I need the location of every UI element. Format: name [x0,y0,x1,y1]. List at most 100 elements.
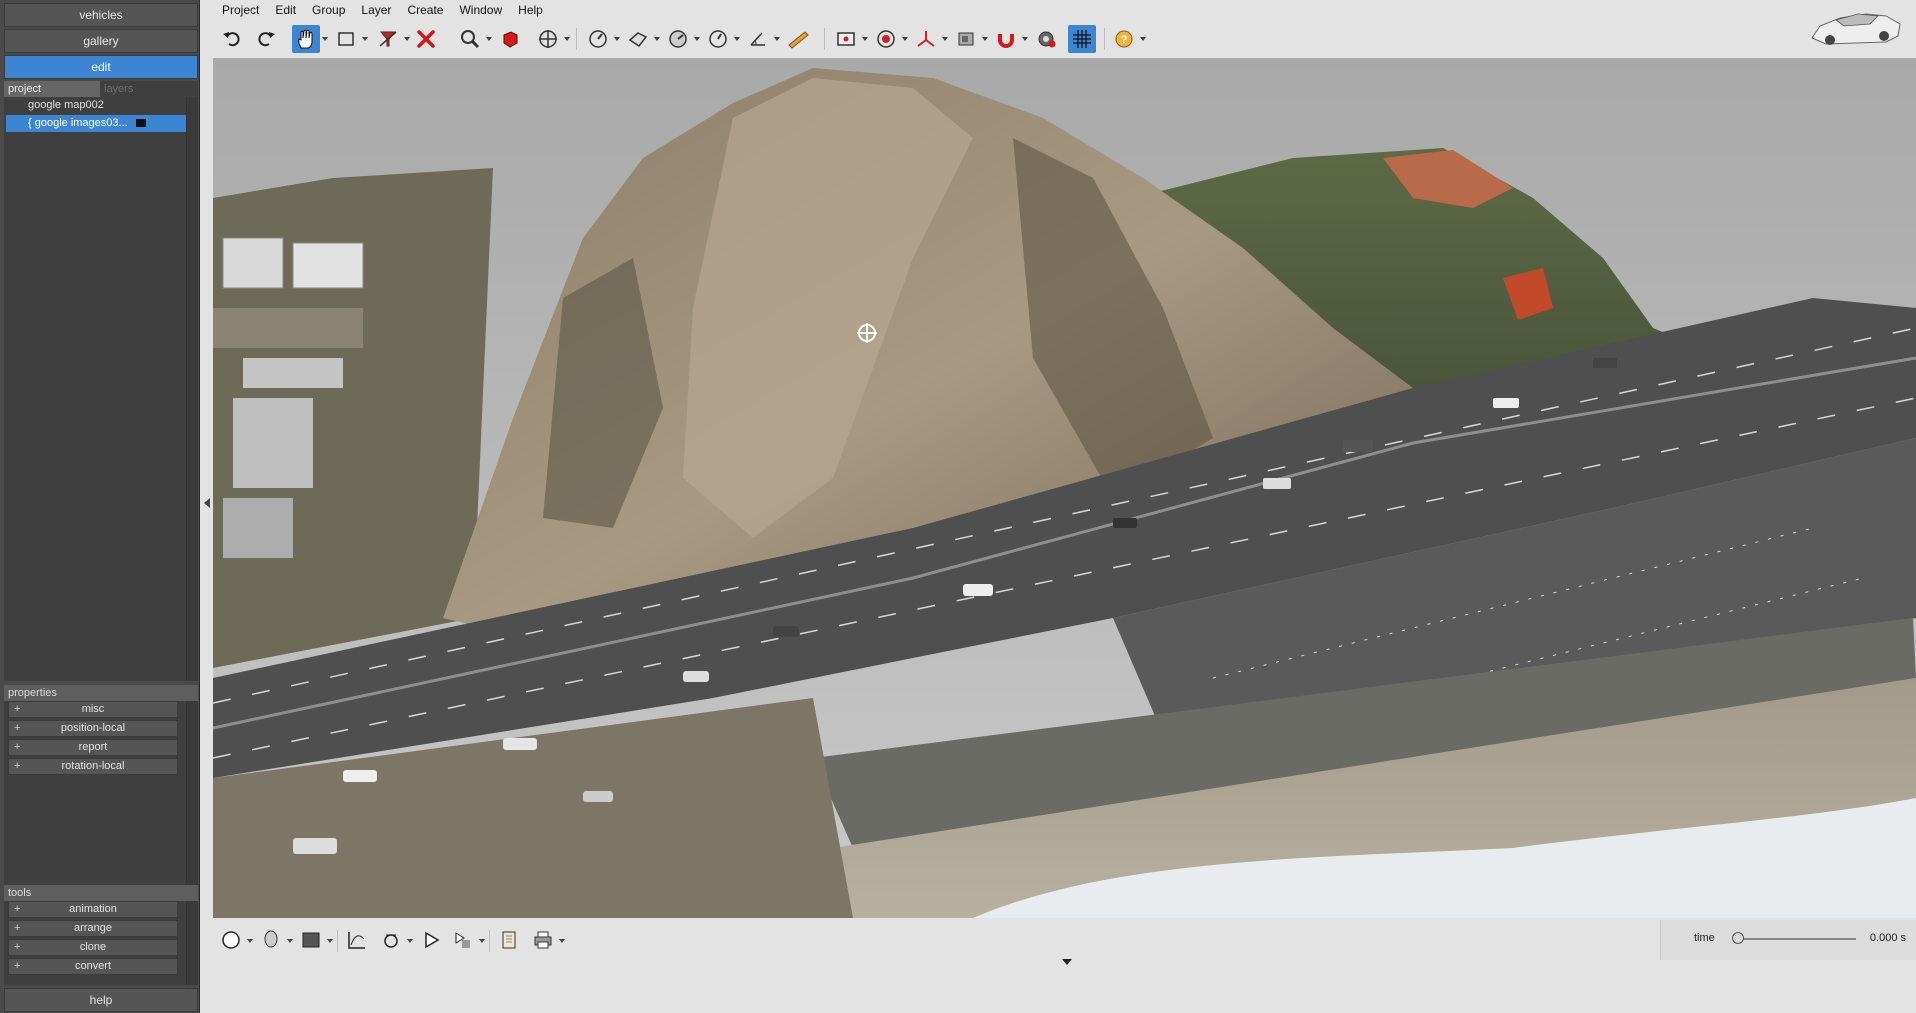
time-value: 0.000 s [1869,932,1906,944]
delete-icon[interactable] [412,25,440,53]
play-icon[interactable] [417,926,445,954]
help-icon[interactable]: ? [1110,25,1138,53]
tool-label: clone [79,941,107,953]
project-tree: google map002 { google images03... [4,97,186,681]
angle-icon[interactable] [744,25,772,53]
target-icon[interactable] [872,25,900,53]
chevron-down-icon[interactable] [734,37,740,41]
document-icon[interactable] [495,926,523,954]
move-icon[interactable] [534,25,562,53]
chevron-down-icon[interactable] [982,37,988,41]
chevron-down-icon[interactable] [407,939,413,943]
gauge-icon[interactable] [664,25,692,53]
chevron-down-icon[interactable] [694,37,700,41]
tool-arrange[interactable]: + arrange [8,920,178,937]
3d-viewport[interactable] [213,58,1916,918]
ruler-icon[interactable] [784,25,812,53]
menu-bar: Project Edit Group Layer Create Window H… [214,0,551,20]
expand-icon: + [14,960,21,972]
graph-icon[interactable] [343,926,371,954]
tool-convert[interactable]: + convert [8,958,178,975]
time-slider-track[interactable] [1736,938,1856,940]
tree-item-google-map[interactable]: google map002 [6,97,186,114]
property-rotation-local[interactable]: + rotation-local [8,758,178,775]
head-icon[interactable] [257,926,285,954]
property-label: rotation-local [61,760,125,772]
project-scrollbar[interactable] [186,97,198,681]
chevron-down-icon[interactable] [942,37,948,41]
print-icon[interactable] [529,926,557,954]
chevron-down-icon[interactable] [902,37,908,41]
chevron-down-icon[interactable] [247,939,253,943]
square-icon[interactable] [297,926,325,954]
chevron-down-icon[interactable] [327,939,333,943]
chevron-down-icon[interactable] [654,37,660,41]
help-button[interactable]: help [4,988,198,1012]
motion-path-icon[interactable] [377,926,405,954]
tab-project[interactable]: project [4,81,100,97]
property-label: misc [81,703,105,715]
left-panel: vehicles gallery edit project layers goo… [0,0,200,1013]
menu-create[interactable]: Create [399,0,451,20]
zoom-icon[interactable] [456,25,484,53]
undo-icon[interactable] [218,25,246,53]
tools-scrollbar[interactable] [186,901,198,985]
time-label: time [1694,932,1715,944]
axis-icon[interactable] [912,25,940,53]
chevron-down-icon[interactable] [1022,37,1028,41]
tree-item-google-images[interactable]: { google images03... [6,115,186,132]
expand-icon: + [14,760,21,772]
select-rectangle-icon[interactable] [332,25,360,53]
property-report[interactable]: + report [8,739,178,756]
sphere-icon[interactable] [217,926,245,954]
chevron-down-icon[interactable] [322,37,328,41]
chevron-down-icon[interactable] [287,939,293,943]
chevron-down-icon[interactable] [559,939,565,943]
gallery-button[interactable]: gallery [4,29,198,53]
chevron-down-icon[interactable] [564,37,570,41]
tab-layers[interactable]: layers [100,81,198,97]
tool-animation[interactable]: + animation [8,901,178,918]
vehicles-button[interactable]: vehicles [4,3,198,27]
menu-window[interactable]: Window [451,0,510,20]
tool-clone[interactable]: + clone [8,939,178,956]
menu-project[interactable]: Project [214,0,267,20]
tool-label: animation [69,903,117,915]
main-toolbar: ? [214,22,1214,56]
magnet-icon[interactable] [992,25,1020,53]
property-misc[interactable]: + misc [8,701,178,718]
menu-edit[interactable]: Edit [267,0,304,20]
collapse-panel-handle[interactable] [204,498,210,508]
expand-timeline-icon[interactable] [1062,959,1072,965]
properties-scrollbar[interactable] [186,701,198,885]
menu-help[interactable]: Help [510,0,551,20]
chevron-down-icon[interactable] [862,37,868,41]
chevron-down-icon[interactable] [486,37,492,41]
properties-header: properties [4,685,198,701]
chevron-down-icon[interactable] [479,939,485,943]
menu-group[interactable]: Group [304,0,353,20]
measure-icon[interactable] [584,25,612,53]
record-icon[interactable] [449,926,477,954]
menu-layer[interactable]: Layer [353,0,399,20]
render-icon[interactable] [952,25,980,53]
clock-icon[interactable] [704,25,732,53]
camera-icon[interactable] [832,25,860,53]
chevron-down-icon[interactable] [362,37,368,41]
chevron-down-icon[interactable] [774,37,780,41]
property-label: position-local [60,722,126,734]
settings-icon[interactable] [1032,25,1060,53]
chevron-down-icon[interactable] [614,37,620,41]
expand-icon: + [14,922,21,934]
chevron-down-icon[interactable] [404,37,410,41]
cube-icon[interactable] [496,25,524,53]
redo-icon[interactable] [252,25,280,53]
pan-hand-icon[interactable] [292,25,320,53]
grid-icon[interactable] [1068,25,1096,53]
chevron-down-icon[interactable] [1140,37,1146,41]
edit-button[interactable]: edit [4,55,198,79]
time-slider-thumb[interactable] [1732,932,1744,944]
polygon-icon[interactable] [624,25,652,53]
property-position-local[interactable]: + position-local [8,720,178,737]
filter-icon[interactable] [374,25,402,53]
